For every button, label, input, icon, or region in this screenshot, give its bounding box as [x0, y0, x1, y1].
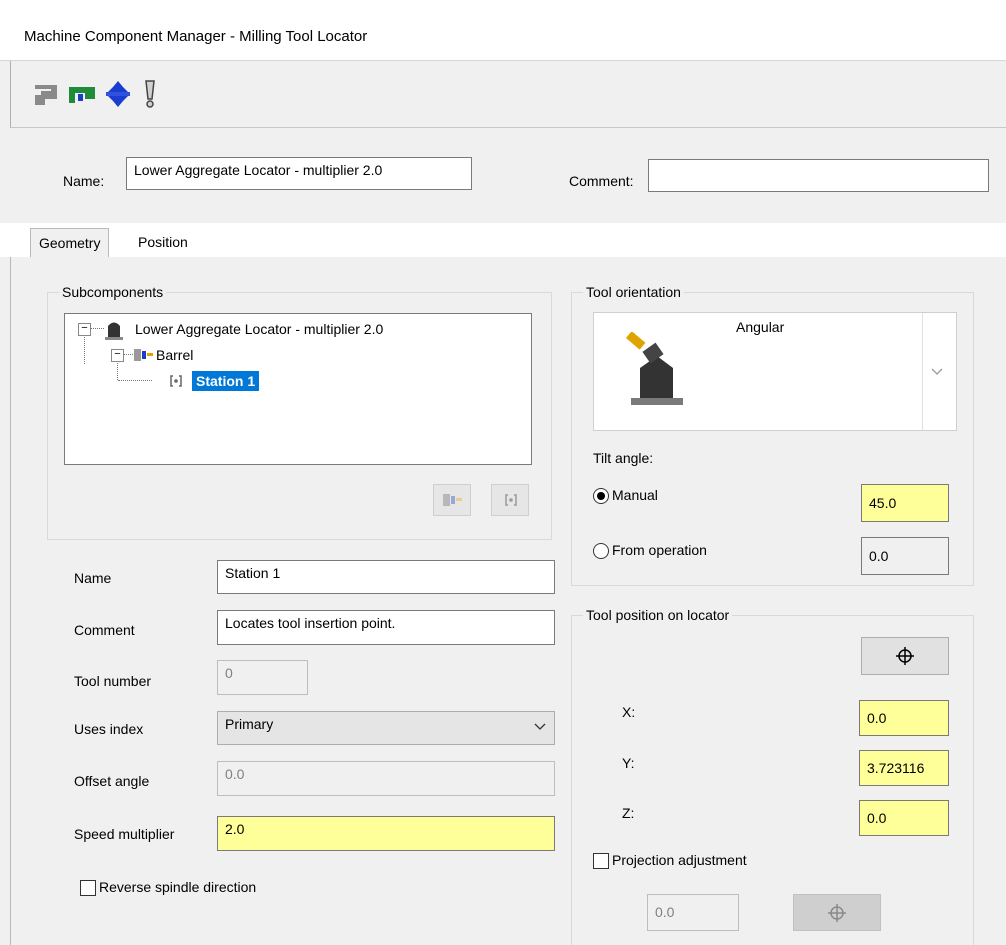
manual-label: Manual — [612, 487, 658, 503]
tilt-angle-label: Tilt angle: — [593, 450, 654, 466]
chevron-down-icon — [931, 368, 943, 375]
orientation-select[interactable]: Angular — [593, 312, 957, 431]
from-operation-field[interactable]: 0.0 — [861, 537, 949, 575]
barrel-icon — [443, 494, 462, 506]
z-field[interactable]: 0.0 — [859, 800, 949, 836]
offset-angle-field[interactable]: 0.0 — [217, 761, 555, 796]
y-field[interactable]: 3.723116 — [859, 750, 949, 786]
component-comment-field[interactable] — [648, 159, 989, 192]
station-icon — [505, 494, 517, 506]
tool-number-field[interactable]: 0 — [217, 660, 308, 695]
add-station-button[interactable] — [491, 484, 529, 516]
tool-position-title: Tool position on locator — [583, 607, 733, 623]
tab-position[interactable]: Position — [130, 228, 196, 256]
probe-icon[interactable] — [135, 79, 165, 109]
crosshair-icon — [828, 903, 846, 922]
speed-multiplier-field[interactable]: 2.0 — [217, 816, 555, 851]
projection-label: Projection adjustment — [612, 852, 747, 868]
speed-multiplier-label: Speed multiplier — [74, 826, 175, 842]
station-comment-field[interactable]: Locates tool insertion point. — [217, 610, 555, 645]
from-operation-radio[interactable] — [593, 543, 609, 559]
station-name-field[interactable]: Station 1 — [217, 560, 555, 594]
subcomponents-title: Subcomponents — [59, 284, 167, 300]
projection-field[interactable]: 0.0 — [647, 894, 739, 931]
toolbar — [10, 61, 1006, 128]
station-name-label: Name — [74, 570, 112, 586]
collapse-toggle[interactable]: − — [111, 349, 124, 362]
subcomponent-tree[interactable]: − Lower Aggregate Locator - multiplier 2… — [64, 313, 532, 465]
add-barrel-button[interactable] — [433, 484, 471, 516]
locator-blue-icon[interactable] — [103, 79, 133, 109]
reverse-spindle-checkbox[interactable] — [80, 880, 96, 896]
manual-radio[interactable] — [593, 488, 609, 504]
angular-head-icon — [625, 332, 683, 405]
locator-corner-icon[interactable] — [31, 79, 61, 109]
uses-index-value: Primary — [225, 716, 274, 732]
tree-item-station[interactable]: Station 1 — [192, 371, 260, 391]
x-label: X: — [622, 704, 636, 720]
locator-green-icon[interactable] — [67, 79, 97, 109]
tree-item-locator[interactable]: Lower Aggregate Locator - multiplier 2.0 — [135, 320, 383, 338]
y-label: Y: — [622, 755, 635, 771]
title-bar: Machine Component Manager - Milling Tool… — [0, 0, 1006, 61]
crosshair-icon — [896, 647, 914, 665]
pick-position-button[interactable] — [861, 637, 949, 675]
station-comment-label: Comment — [74, 622, 135, 638]
from-operation-label: From operation — [612, 542, 707, 558]
uses-index-label: Uses index — [74, 721, 144, 737]
comment-label: Comment: — [569, 173, 634, 189]
reverse-spindle-label: Reverse spindle direction — [99, 879, 257, 895]
collapse-toggle[interactable]: − — [78, 323, 91, 336]
tool-orientation-title: Tool orientation — [583, 284, 684, 300]
chevron-down-icon — [534, 723, 546, 730]
tab-geometry[interactable]: Geometry — [30, 228, 110, 257]
manual-angle-field[interactable]: 45.0 — [861, 484, 949, 522]
locator-icon — [105, 322, 123, 340]
orientation-value: Angular — [736, 319, 785, 335]
station-icon — [170, 375, 182, 387]
barrel-icon — [134, 349, 153, 361]
projection-checkbox[interactable] — [593, 853, 609, 869]
offset-angle-label: Offset angle — [74, 773, 150, 789]
z-label: Z: — [622, 805, 635, 821]
tool-number-label: Tool number — [74, 673, 152, 689]
projection-pick-button[interactable] — [793, 894, 881, 931]
window-title: Machine Component Manager - Milling Tool… — [24, 28, 368, 45]
component-name-field[interactable]: Lower Aggregate Locator - multiplier 2.0 — [126, 157, 472, 190]
x-field[interactable]: 0.0 — [859, 700, 949, 736]
tree-item-barrel[interactable]: Barrel — [156, 346, 193, 364]
name-label: Name: — [63, 173, 105, 189]
uses-index-select[interactable]: Primary — [217, 711, 555, 745]
